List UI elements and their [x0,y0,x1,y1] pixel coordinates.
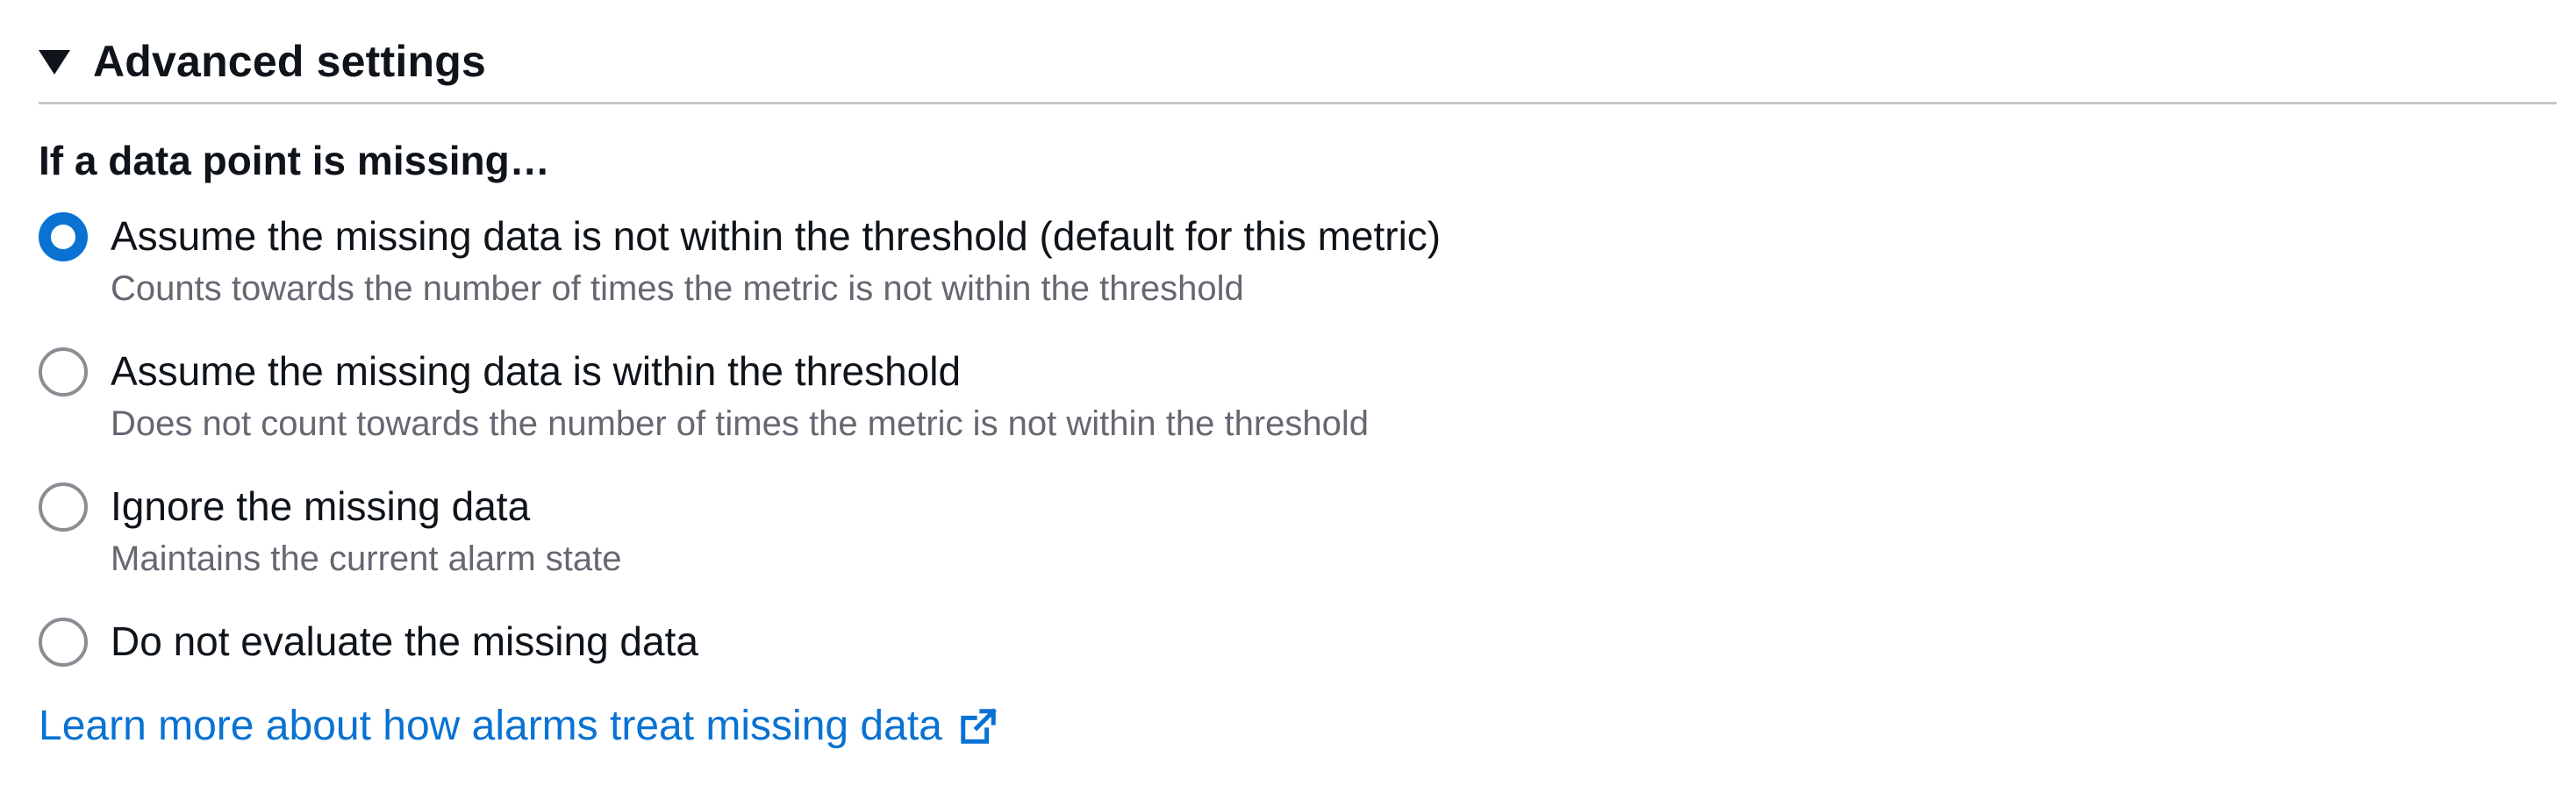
radio-option-label: Assume the missing data is within the th… [111,348,962,394]
radio-option-label: Assume the missing data is not within th… [111,213,1442,259]
radio-button[interactable] [39,618,88,667]
advanced-settings-panel: Advanced settings If a data point is mis… [39,0,2557,786]
radio-button-checked[interactable] [39,212,88,261]
caret-down-icon [39,50,70,75]
radio-option-within-threshold[interactable]: Assume the missing data is within the th… [39,346,1369,447]
missing-data-group-label: If a data point is missing… [39,138,550,183]
radio-option-text: Assume the missing data is not within th… [111,211,1441,312]
radio-option-text: Ignore the missing data Maintains the cu… [111,481,621,582]
radio-option-description: Maintains the current alarm state [111,539,622,578]
radio-option-label: Ignore the missing data [111,483,531,529]
learn-more-link-text: Learn more about how alarms treat missin… [39,703,942,749]
section-divider [39,102,2557,104]
advanced-settings-toggle[interactable]: Advanced settings [39,26,486,96]
radio-option-text: Assume the missing data is within the th… [111,346,1369,447]
radio-option-label: Do not evaluate the missing data [111,618,698,664]
radio-button[interactable] [39,347,88,397]
radio-option-description: Counts towards the number of times the m… [111,269,1244,308]
radio-option-ignore-missing[interactable]: Ignore the missing data Maintains the cu… [39,481,621,582]
external-link-icon [961,707,997,744]
radio-option-not-within-threshold[interactable]: Assume the missing data is not within th… [39,211,1441,312]
radio-option-text: Do not evaluate the missing data [111,616,698,667]
section-title: Advanced settings [93,37,486,86]
radio-option-description: Does not count towards the number of tim… [111,404,1370,443]
radio-button[interactable] [39,482,88,532]
learn-more-link[interactable]: Learn more about how alarms treat missin… [39,702,998,750]
radio-option-do-not-evaluate[interactable]: Do not evaluate the missing data [39,616,698,667]
